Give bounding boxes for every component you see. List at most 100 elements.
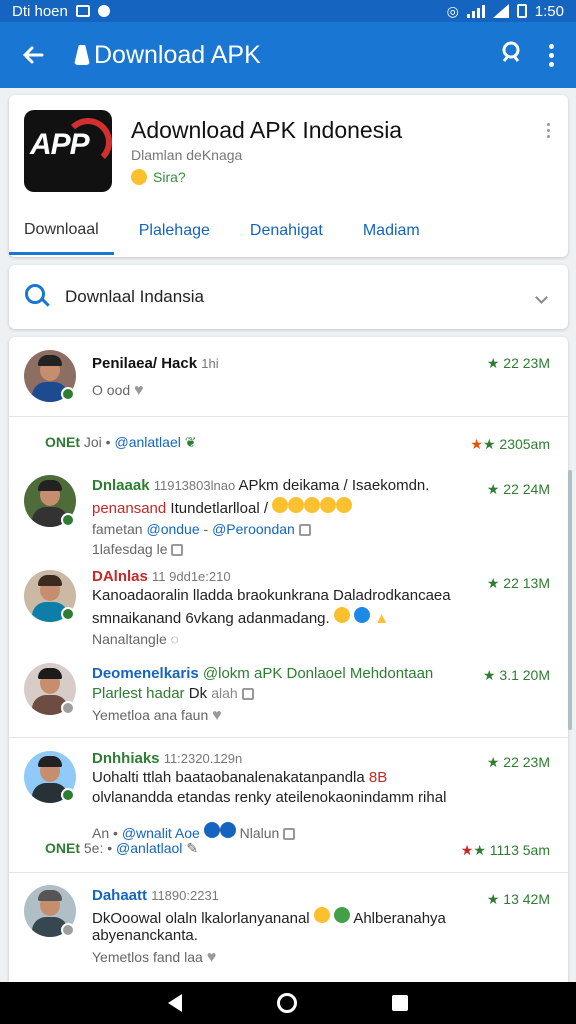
pencil-icon[interactable]: ✎ — [186, 840, 198, 856]
search-icon — [25, 284, 51, 310]
post-status: Yemetloa ana faun ♥ — [92, 707, 222, 725]
app-logo-icon: APP — [24, 110, 112, 192]
search-bar[interactable]: Downlaal Indansia — [9, 265, 568, 329]
post-text-highlight: Plarlest hadar — [92, 685, 185, 702]
status-badge-icon — [61, 701, 75, 715]
post-text-line3: abyenanckanta. — [92, 927, 198, 944]
tab-plalehage[interactable]: Plalehage — [124, 207, 225, 255]
gallery-icon — [75, 5, 90, 17]
nav-back-icon[interactable] — [167, 994, 182, 1012]
post-text: Ahlberanahya — [353, 910, 446, 927]
post-text-line1: Deomenelkaris @lokm aPK Donlaoel Mehdont… — [92, 665, 433, 682]
post-score: ★ 22 24M — [487, 481, 550, 498]
user-handle[interactable]: @anlatlaol — [116, 840, 182, 856]
post-score-text: 1113 5am — [489, 842, 550, 858]
post-status-text: O ood — [92, 382, 131, 398]
wifi-icon — [492, 4, 509, 18]
post-score-text: 22 23M — [503, 355, 550, 371]
post-meta: Joi — [83, 434, 102, 450]
back-arrow-icon[interactable] — [20, 42, 46, 68]
post-text: smnaikanand 6vkang adanmadang. — [92, 610, 330, 627]
status-bar: Dti hoen ◎ 1:50 — [0, 0, 576, 22]
post-text-line1: Dnlaaak 11913803lnao APkm deikama / Isae… — [92, 477, 429, 494]
nav-recents-icon[interactable] — [392, 995, 409, 1011]
battery-icon — [516, 4, 527, 18]
list-item[interactable]: Penilaea/ Hack 1hi O ood ♥ ★ 22 23M — [9, 337, 568, 417]
post-status: O ood ♥ — [92, 382, 144, 400]
overflow-menu-icon[interactable] — [549, 43, 554, 67]
emoji-icon — [333, 607, 350, 623]
post-text-line1: Dnhhiaks 11:2320.129n — [92, 750, 242, 767]
card-menu-icon[interactable] — [547, 123, 550, 138]
post-text: APkm deikama / Isaekomdn. — [238, 477, 430, 494]
tab-download[interactable]: Downloaal — [9, 207, 114, 255]
scrollbar[interactable] — [568, 470, 572, 730]
app-info-card: APP Adownload APK Indonesia Dlamlan deKn… — [9, 95, 568, 257]
divider — [9, 872, 568, 873]
username-text: Deomenelkaris — [92, 665, 199, 682]
list-item[interactable]: ONEt 5e: • @anlatlaol ✎ ★★ 1113 5am — [9, 838, 568, 862]
image-icon — [298, 524, 311, 537]
star-icon: ★ — [460, 842, 474, 858]
post-score-text: 22 24M — [503, 481, 550, 497]
page-title-text: Download APK — [94, 40, 261, 69]
star-icon: ★ — [486, 355, 500, 371]
user-handle[interactable]: @anlatlael — [114, 434, 180, 450]
post-score: ★★ 1113 5am — [461, 842, 550, 859]
emoji-icon — [304, 497, 321, 513]
post-text: Itundetlarlloal / — [170, 500, 268, 517]
username-text: Dnlaaak — [92, 477, 150, 494]
post-text-line3: smnaikanand 6vkang adanmadang. ▲ — [92, 607, 389, 627]
post-status-text: Yemetlos fand laa — [92, 949, 203, 965]
user-handle[interactable]: @Peroondan — [212, 521, 295, 537]
post-score-text: 22 13M — [503, 575, 550, 591]
heart-icon[interactable]: ♥ — [212, 707, 222, 725]
post-meta: 5e: — [83, 840, 104, 856]
post-text-line2: Uohalti ttlah baataobanalenakatanpandla … — [92, 769, 387, 786]
list-item[interactable]: ONEt Joi • @anlatlael ❦ ★★ 2305am — [9, 429, 568, 453]
star-icon: ★ — [482, 667, 496, 683]
post-score: ★ 22 13M — [487, 575, 550, 592]
app-name: Adownload APK Indonesia — [131, 117, 403, 143]
list-item[interactable]: Dahaatt 11890:2231 DkOoowal olaln lkalor… — [9, 877, 568, 982]
heart-icon[interactable]: ♥ — [134, 382, 144, 400]
post-text: Dk — [188, 685, 208, 702]
globe-icon — [354, 607, 371, 623]
post-text: Kanoadaoralin lladda braokunkrana Daladr… — [92, 587, 451, 604]
post-score: ★ 22 23M — [487, 355, 550, 372]
user-handle[interactable]: @ondue — [146, 521, 199, 537]
post-score-text: 2305am — [499, 436, 550, 452]
list-item[interactable]: DAlnlas 11 9dd1e:210 Kanoadaoralin lladd… — [9, 565, 568, 657]
star-icon: ★ — [486, 575, 500, 591]
post-text: Uohalti ttlah baataobanalenakatanpandla — [92, 769, 365, 786]
tab-denahigat[interactable]: Denahigat — [235, 207, 338, 255]
app-bar: Download APK — [0, 22, 576, 88]
list-item[interactable]: Dnlaaak 11913803lnao APkm deikama / Isae… — [9, 465, 568, 565]
list-item[interactable]: Deomenelkaris @lokm aPK Donlaoel Mehdont… — [9, 657, 568, 735]
heart-icon[interactable]: ♥ — [207, 949, 217, 967]
tab-madiam[interactable]: Madiam — [348, 207, 435, 255]
page-title: Download APK — [74, 41, 261, 70]
username-text: Dnhhiaks — [92, 750, 160, 767]
post-text-line2: penansand Itundetlarlloal / — [92, 497, 353, 517]
search-input[interactable]: Downlaal Indansia — [65, 287, 204, 307]
post-meta: 11890:2231 — [151, 888, 219, 903]
post-text-line1: DAlnlas 11 9dd1e:210 — [92, 568, 231, 585]
app-rating-text: Sira? — [153, 169, 186, 185]
image-icon — [241, 688, 254, 701]
post-text: olvlanandda etandas renky ateilenokaonin… — [92, 789, 447, 806]
post-score: ★ 13 42M — [487, 891, 550, 908]
chevron-down-icon[interactable] — [535, 290, 548, 304]
post-text: abyenanckanta. — [92, 927, 198, 944]
post-text-line1: Dahaatt 11890:2231 — [92, 887, 219, 904]
comment-icon[interactable]: ◌ — [171, 631, 179, 647]
star-icon: ★ — [486, 754, 500, 770]
star-icon: ★ — [470, 436, 483, 452]
post-status: 1lafesdag le — [92, 541, 184, 557]
post-tag: ONEt — [45, 434, 80, 450]
comment-feed: Penilaea/ Hack 1hi O ood ♥ ★ 22 23M ONEt… — [9, 337, 568, 982]
nav-home-icon[interactable] — [276, 993, 297, 1013]
post-status-text: 1lafesdag le — [92, 541, 168, 557]
share-icon[interactable] — [497, 39, 525, 72]
emoji-icon — [336, 497, 353, 513]
